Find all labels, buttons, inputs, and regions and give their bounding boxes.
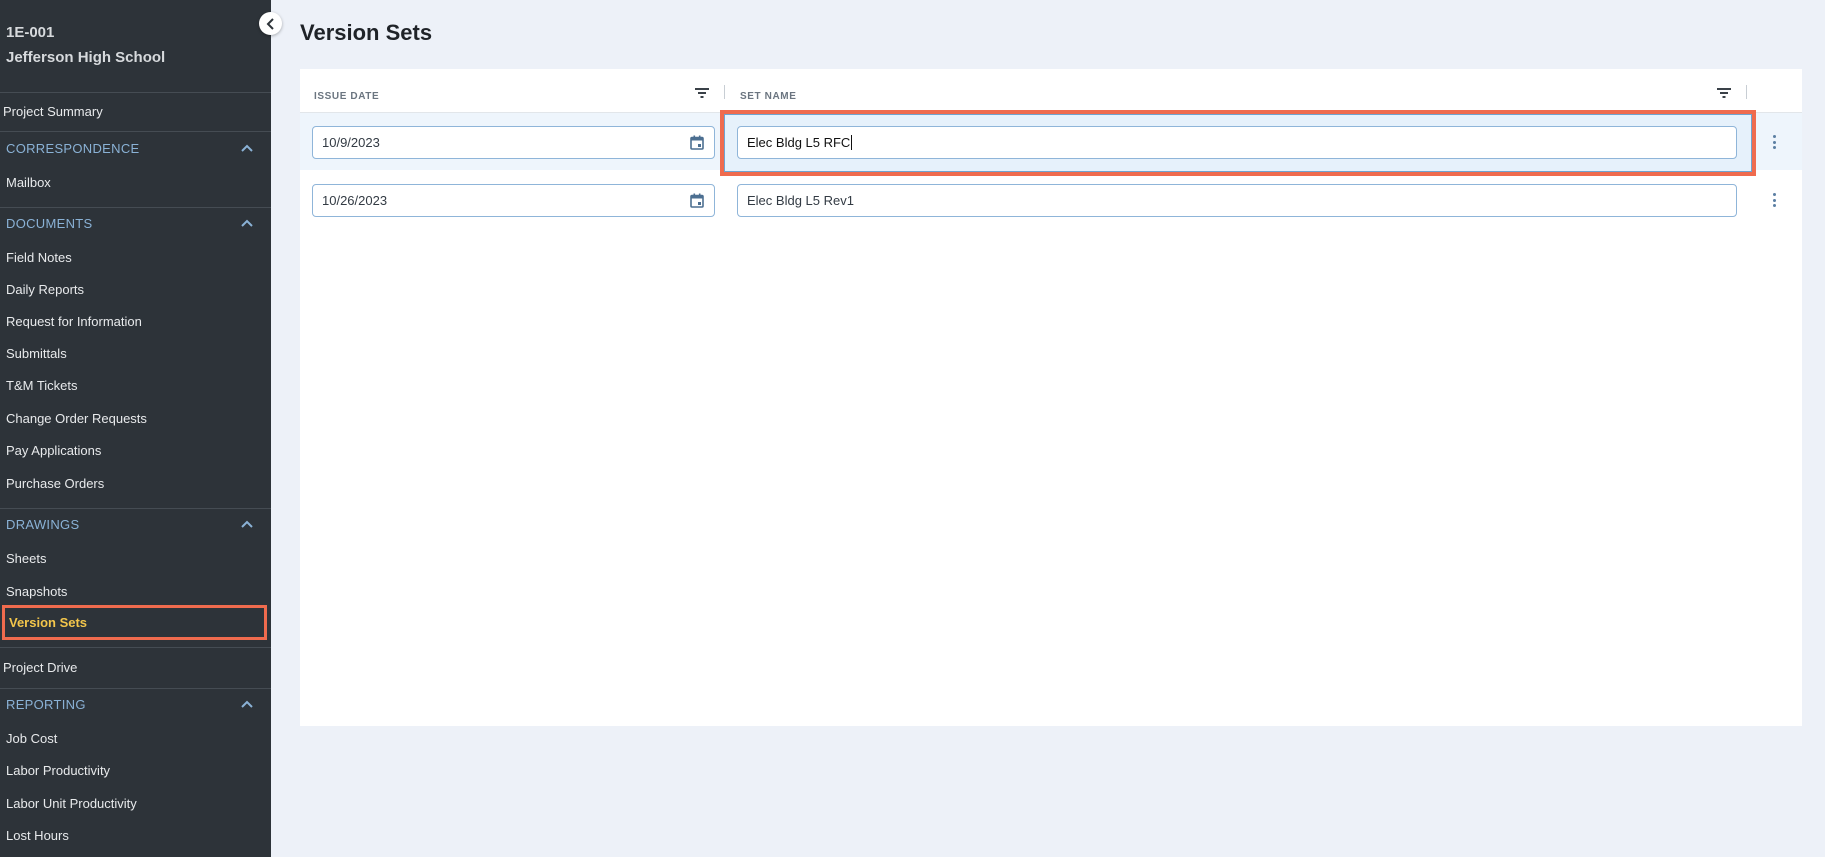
sidebar-item-version-sets-label: Version Sets — [9, 615, 88, 630]
sidebar-item-lost-hours[interactable]: Lost Hours — [6, 828, 69, 843]
sidebar-item-change-order-requests[interactable]: Change Order Requests — [6, 411, 147, 426]
sidebar-item-snapshots[interactable]: Snapshots — [6, 584, 67, 599]
sidebar-item-sheets[interactable]: Sheets — [6, 551, 46, 566]
issue-date-value: 10/26/2023 — [322, 193, 388, 208]
section-drawings[interactable]: DRAWINGS — [0, 509, 271, 539]
column-separator[interactable] — [724, 85, 725, 99]
sidebar-item-job-cost[interactable]: Job Cost — [6, 731, 57, 746]
row-actions-menu-icon[interactable] — [1768, 190, 1780, 210]
sidebar-item-rfi[interactable]: Request for Information — [6, 314, 142, 329]
sidebar-item-mailbox[interactable]: Mailbox — [6, 175, 51, 190]
issue-date-input[interactable]: 10/9/2023 — [312, 126, 715, 159]
version-sets-table: ISSUE DATE SET NAME 10/9/2023 Elec Bldg … — [300, 69, 1802, 726]
sidebar-item-tm-tickets[interactable]: T&M Tickets — [6, 378, 78, 393]
sidebar-item-version-sets[interactable]: Version Sets — [2, 605, 267, 640]
project-code: 1E-001 — [6, 24, 55, 41]
chevron-up-icon — [241, 700, 253, 708]
column-header-set-name[interactable]: SET NAME — [740, 91, 796, 102]
text-caret — [851, 135, 853, 150]
divider — [0, 92, 271, 93]
section-reporting[interactable]: REPORTING — [0, 689, 271, 719]
column-header-issue-date[interactable]: ISSUE DATE — [314, 91, 379, 102]
divider — [0, 131, 271, 132]
calendar-icon[interactable] — [690, 135, 704, 150]
sidebar: 1E-001 Jefferson High School Project Sum… — [0, 0, 271, 857]
section-documents[interactable]: DOCUMENTS — [0, 208, 271, 238]
row-actions-menu-icon[interactable] — [1768, 132, 1780, 152]
divider — [0, 647, 271, 648]
filter-icon[interactable] — [1716, 86, 1732, 100]
issue-date-value: 10/9/2023 — [322, 135, 380, 150]
page-title: Version Sets — [300, 20, 433, 45]
set-name-value: Elec Bldg L5 Rev1 — [747, 193, 854, 208]
chevron-left-icon — [266, 17, 274, 30]
collapse-sidebar-button[interactable] — [259, 12, 282, 35]
sidebar-item-field-notes[interactable]: Field Notes — [6, 250, 72, 265]
sidebar-item-labor-productivity[interactable]: Labor Productivity — [6, 763, 110, 778]
filter-icon[interactable] — [694, 86, 710, 100]
calendar-icon[interactable] — [690, 193, 704, 208]
sidebar-item-pay-applications[interactable]: Pay Applications — [6, 443, 101, 458]
issue-date-input[interactable]: 10/26/2023 — [312, 184, 715, 217]
chevron-up-icon — [241, 219, 253, 227]
section-correspondence[interactable]: CORRESPONDENCE — [0, 133, 271, 163]
set-name-input[interactable]: Elec Bldg L5 RFC — [737, 126, 1737, 159]
sidebar-item-project-drive[interactable]: Project Drive — [3, 660, 77, 675]
column-separator[interactable] — [1746, 85, 1747, 99]
section-reporting-label: REPORTING — [6, 696, 86, 712]
sidebar-item-labor-unit-productivity[interactable]: Labor Unit Productivity — [6, 796, 137, 811]
set-name-value: Elec Bldg L5 RFC — [747, 135, 851, 150]
sidebar-item-daily-reports[interactable]: Daily Reports — [6, 282, 84, 297]
sidebar-item-purchase-orders[interactable]: Purchase Orders — [6, 476, 104, 491]
chevron-up-icon — [241, 520, 253, 528]
sidebar-item-project-summary[interactable]: Project Summary — [3, 104, 103, 119]
chevron-up-icon — [241, 144, 253, 152]
sidebar-item-submittals[interactable]: Submittals — [6, 346, 67, 361]
section-correspondence-label: CORRESPONDENCE — [6, 140, 140, 156]
section-drawings-label: DRAWINGS — [6, 516, 80, 532]
section-documents-label: DOCUMENTS — [6, 215, 93, 231]
project-name: Jefferson High School — [6, 49, 166, 66]
set-name-input[interactable]: Elec Bldg L5 Rev1 — [737, 184, 1737, 217]
